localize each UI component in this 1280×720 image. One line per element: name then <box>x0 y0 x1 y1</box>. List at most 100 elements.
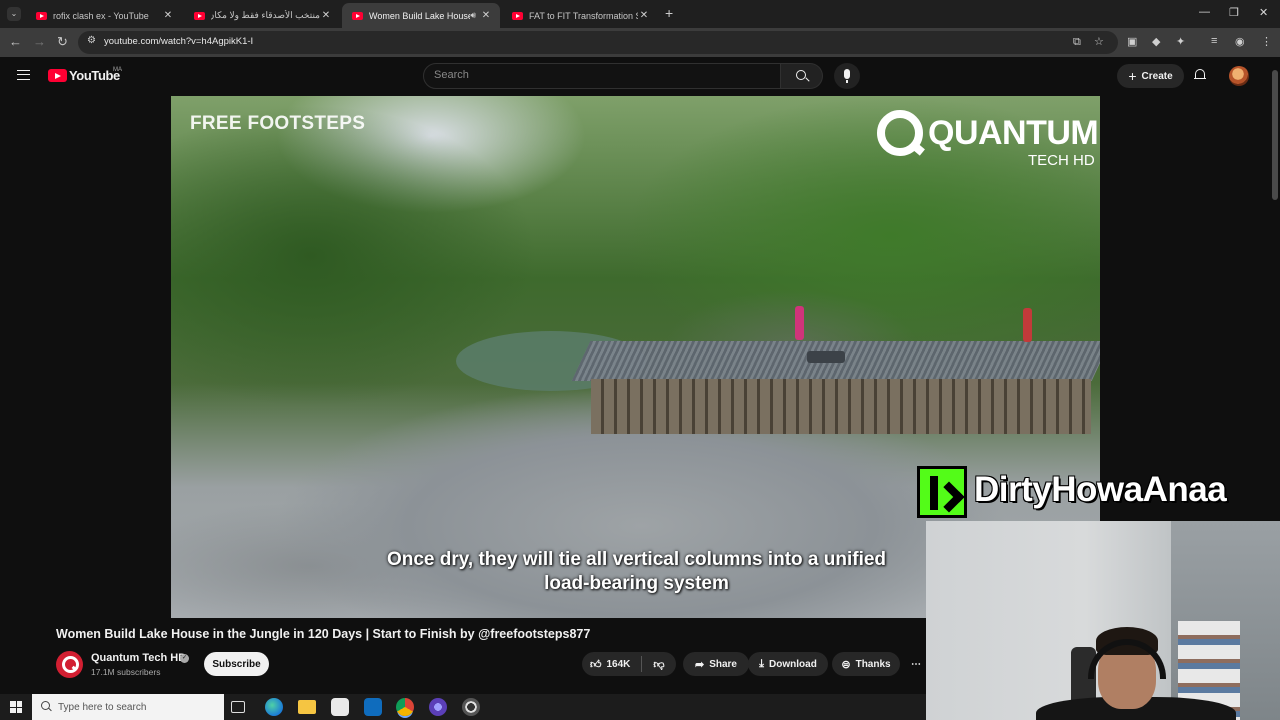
back-icon[interactable]: ← <box>9 34 22 49</box>
forward-icon[interactable]: → <box>33 34 46 49</box>
new-tab-icon[interactable]: + <box>665 5 673 21</box>
video-scene-wheelbarrow <box>807 351 845 363</box>
outlook-icon[interactable] <box>364 698 382 716</box>
close-tab-icon[interactable]: ✕ <box>480 10 492 21</box>
video-scene-worker <box>1023 308 1032 342</box>
close-tab-icon[interactable]: ✕ <box>320 10 332 21</box>
site-info-icon[interactable]: ⚙ <box>87 35 96 46</box>
reading-list-icon[interactable]: ≡ <box>1211 35 1217 47</box>
url-text[interactable]: youtube.com/watch?v=h4AgpikK1-I <box>104 36 253 47</box>
file-explorer-icon[interactable] <box>298 700 316 714</box>
download-label: Download <box>769 658 817 670</box>
windows-start-icon[interactable] <box>10 701 22 713</box>
webcam-overlay <box>926 521 1280 720</box>
plus-icon: + <box>1128 68 1137 84</box>
tab-title: Women Build Lake House in <box>369 10 471 21</box>
extensions-puzzle-icon[interactable]: ✦ <box>1176 35 1185 48</box>
country-code: MA <box>113 67 122 73</box>
share-icon: ➦ <box>694 658 705 671</box>
more-icon: ⋯ <box>911 658 921 670</box>
streamer-name: DirtyHowaAnaa <box>974 470 1227 509</box>
youtube-favicon-icon <box>512 11 523 20</box>
share-button[interactable]: ➦ Share <box>683 652 749 676</box>
create-button[interactable]: + Create <box>1117 64 1184 88</box>
tab-search-icon[interactable]: ⌄ <box>7 7 21 21</box>
caption-line: Once dry, they will tie all vertical col… <box>386 549 887 570</box>
super-thanks-icon: ⊜ <box>841 658 851 671</box>
voice-search-button[interactable] <box>834 63 860 89</box>
restore-icon[interactable]: ❐ <box>1229 6 1239 19</box>
channel-name[interactable]: Quantum Tech HD <box>91 652 186 664</box>
search-button[interactable] <box>781 63 823 89</box>
thanks-button[interactable]: ⊜ Thanks <box>832 652 900 676</box>
youtube-favicon-icon <box>194 11 205 20</box>
edge-icon[interactable] <box>265 698 283 716</box>
tab-title: FAT to FIT Transformation Series <box>529 10 638 21</box>
notifications-bell-icon[interactable] <box>1194 69 1206 81</box>
watermark-quantum: QUANTUM <box>928 114 1099 152</box>
create-label: Create <box>1141 70 1173 82</box>
close-tab-icon[interactable]: ✕ <box>162 10 174 21</box>
close-window-icon[interactable]: ✕ <box>1259 6 1268 19</box>
taskbar-search-placeholder: Type here to search <box>58 701 147 713</box>
browser-toolbar: ← → ↻ ⚙ youtube.com/watch?v=h4AgpikK1-I … <box>0 28 1280 57</box>
video-scene-deck-pillars <box>591 379 1091 434</box>
minimize-icon[interactable]: — <box>1199 6 1210 18</box>
thumbs-down-icon: 👎︎ <box>653 658 665 671</box>
browser-tab[interactable]: منتخب الأصدقاء فقط ولا مكان لك ✕ <box>184 3 340 28</box>
tab-title: rofix clash ex - YouTube <box>53 10 149 21</box>
like-count: 164K <box>606 658 631 670</box>
menu-hamburger-icon[interactable] <box>17 70 30 80</box>
task-view-icon[interactable] <box>231 701 245 713</box>
more-actions-button[interactable]: ⋯ <box>904 652 928 676</box>
thanks-label: Thanks <box>855 658 891 670</box>
profile-icon[interactable]: ◉ <box>1235 35 1245 48</box>
download-icon: ⤓ <box>759 657 765 670</box>
speaker-icon[interactable]: 🔊︎ <box>470 10 476 21</box>
browser-tab-active[interactable]: Women Build Lake House in 🔊︎ ✕ <box>342 3 500 28</box>
taskbar-search-box[interactable]: Type here to search <box>32 694 224 720</box>
youtube-favicon-icon <box>36 11 47 20</box>
search-input[interactable] <box>434 69 764 81</box>
close-tab-icon[interactable]: ✕ <box>638 10 650 21</box>
subscribe-button[interactable]: Subscribe <box>204 652 269 676</box>
translate-icon[interactable]: ▣ <box>1127 35 1137 48</box>
verified-check-icon: ✓ <box>180 654 189 663</box>
youtube-logo-icon[interactable] <box>48 69 67 82</box>
like-dislike-pill: 👍︎ 164K 👎︎ <box>582 652 676 676</box>
like-button[interactable]: 👍︎ 164K <box>582 652 641 676</box>
microphone-icon <box>844 69 850 83</box>
bookmark-star-icon[interactable]: ☆ <box>1094 35 1104 48</box>
thumbs-up-icon: 👍︎ <box>590 658 602 671</box>
extension-diamond-icon[interactable]: ◆ <box>1152 35 1160 48</box>
youtube-header: YouTube MA + Create <box>0 57 1280 95</box>
kick-logo-icon <box>917 466 967 518</box>
subscriber-count: 17.1M subscribers <box>91 667 161 677</box>
tab-title: منتخب الأصدقاء فقط ولا مكان لك <box>211 10 320 20</box>
stream-name-overlay: DirtyHowaAnaa <box>917 466 1270 520</box>
reload-icon[interactable]: ↻ <box>57 34 68 50</box>
channel-avatar[interactable] <box>56 651 83 678</box>
dislike-button[interactable]: 👎︎ <box>642 652 676 676</box>
install-app-icon[interactable]: ⧉ <box>1073 36 1081 49</box>
browser-tab[interactable]: FAT to FIT Transformation Series ✕ <box>502 3 658 28</box>
scrollbar-thumb[interactable] <box>1272 70 1278 200</box>
search-icon <box>796 70 806 80</box>
app-icon[interactable] <box>462 698 480 716</box>
obs-icon[interactable] <box>429 698 447 716</box>
store-icon[interactable] <box>331 698 349 716</box>
quantum-logo-icon <box>877 110 923 156</box>
share-label: Share <box>709 658 737 670</box>
account-avatar[interactable] <box>1229 66 1249 86</box>
search-box <box>423 63 781 89</box>
browser-tab[interactable]: rofix clash ex - YouTube ✕ <box>26 3 182 28</box>
video-scene-worker <box>795 306 804 340</box>
address-bar[interactable]: ⚙ youtube.com/watch?v=h4AgpikK1-I ⧉ ☆ <box>78 31 1118 54</box>
video-captions: Once dry, they will tie all vertical col… <box>329 548 944 596</box>
watermark-tech-hd: TECH HD <box>1028 152 1095 169</box>
browser-menu-icon[interactable]: ⋮ <box>1261 35 1272 48</box>
download-button[interactable]: ⤓ Download <box>748 652 828 676</box>
youtube-favicon-icon <box>352 11 363 20</box>
watermark-free-footsteps: FREE FOOTSTEPS <box>190 113 366 134</box>
chrome-icon[interactable] <box>396 698 414 716</box>
